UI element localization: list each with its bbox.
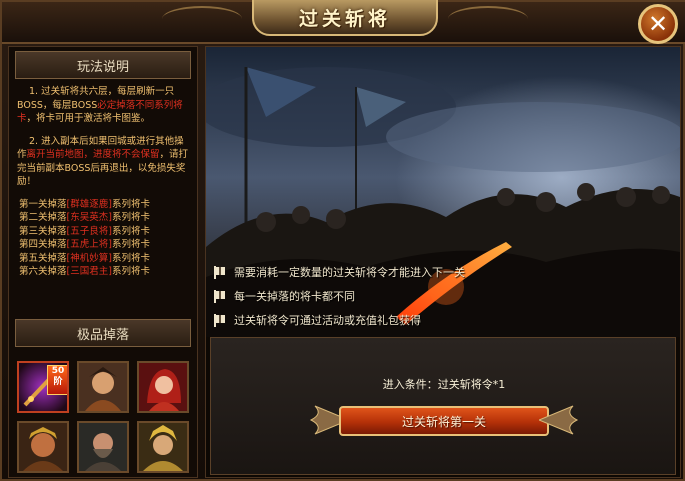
note-text: 需要消耗一定数量的过关斩将令才能进入下一关 bbox=[234, 266, 465, 279]
window-title: 过关斩将 bbox=[298, 7, 391, 30]
drop-stage: 第四关掉落 bbox=[19, 239, 67, 250]
rules-header: 玩法说明 bbox=[15, 51, 191, 79]
rare-drops-header: 极品掉落 bbox=[15, 319, 191, 347]
close-button[interactable]: ✕ bbox=[638, 4, 678, 44]
note-item: 需要消耗一定数量的过关斩将令才能进入下一关 bbox=[214, 260, 465, 284]
entry-condition: 进入条件：过关斩将令*1 bbox=[382, 378, 506, 391]
entry-panel: 进入条件：过关斩将令*1 过关斩将第一关 bbox=[210, 337, 676, 475]
drop-row: 第二关掉落[东吴英杰]系列将卡 bbox=[17, 211, 193, 225]
drop-series: [群雄逐鹿] bbox=[66, 198, 112, 210]
right-panel: 需要消耗一定数量的过关斩将令才能进入下一关 每一关掉落的将卡都不同 过关斩将令可… bbox=[205, 46, 681, 478]
drop-suffix: 系列将卡 bbox=[111, 198, 150, 210]
drop-series: [五子良将] bbox=[66, 225, 112, 237]
general-portrait-icon bbox=[79, 363, 127, 411]
general-card-item[interactable] bbox=[17, 421, 69, 473]
ornament-left bbox=[162, 6, 242, 32]
drop-stage: 第五关掉落 bbox=[19, 252, 67, 264]
game-window: 过关斩将 ✕ 玩法说明 1. 过关斩将共六层，每层刷新一只BOSS，每层BOSS… bbox=[0, 0, 685, 481]
drop-suffix: 系列将卡 bbox=[111, 225, 150, 237]
flag-icon bbox=[214, 289, 225, 303]
drop-row: 第五关掉落[神机妙算]系列将卡 bbox=[17, 252, 193, 266]
drop-row: 第三关掉落[五子良将]系列将卡 bbox=[17, 225, 193, 239]
drop-series: [东吴英杰] bbox=[66, 212, 112, 223]
left-panel: 玩法说明 1. 过关斩将共六层，每层刷新一只BOSS，每层BOSS必定掉落不同系… bbox=[8, 46, 198, 478]
rule-2-highlight: 离开当前地图，进度将不会保留 bbox=[26, 149, 160, 160]
enter-stage-button[interactable]: 过关斩将第一关 bbox=[309, 400, 579, 440]
ornament-right bbox=[448, 6, 528, 32]
title-plate: 过关斩将 bbox=[252, 0, 438, 36]
flag-icon bbox=[214, 313, 225, 327]
heroine-portrait-icon bbox=[139, 363, 187, 411]
flag-icon bbox=[214, 265, 225, 279]
general-card-item[interactable] bbox=[137, 421, 189, 473]
rule-1-tail: ，将卡可用于激活将卡图鉴。 bbox=[26, 113, 151, 124]
drop-suffix: 系列将卡 bbox=[111, 252, 150, 264]
note-item: 过关斩将令可通过活动或充值礼包获得 bbox=[214, 308, 465, 332]
general-card-item[interactable] bbox=[137, 361, 189, 413]
drop-row: 第四关掉落[五虎上将]系列将卡 bbox=[17, 238, 193, 252]
drop-row: 第六关掉落[三国君主]系列将卡 bbox=[17, 265, 193, 279]
drop-series: [三国君主] bbox=[66, 266, 112, 277]
drop-suffix: 系列将卡 bbox=[111, 266, 150, 277]
drop-stage: 第六关掉落 bbox=[19, 266, 67, 277]
enter-stage-label: 过关斩将第一关 bbox=[339, 406, 549, 436]
drop-suffix: 系列将卡 bbox=[111, 239, 150, 250]
elder-general-portrait-icon bbox=[79, 423, 127, 471]
note-item: 每一关掉落的将卡都不同 bbox=[214, 284, 465, 308]
close-icon: ✕ bbox=[647, 10, 669, 38]
notes-list: 需要消耗一定数量的过关斩将令才能进入下一关 每一关掉落的将卡都不同 过关斩将令可… bbox=[214, 260, 465, 332]
rule-2: 2. 进入副本后如果回城或进行其他操作离开当前地图，进度将不会保留，请打完当前副… bbox=[17, 135, 193, 189]
drop-stage: 第三关掉落 bbox=[19, 225, 67, 237]
drop-series: [五虎上将] bbox=[66, 239, 112, 250]
drop-suffix: 系列将卡 bbox=[111, 212, 150, 223]
wing-ornament-right-icon bbox=[539, 405, 579, 435]
weapon-item[interactable]: 50阶 bbox=[17, 361, 69, 413]
note-text: 过关斩将令可通过活动或充值礼包获得 bbox=[234, 314, 421, 327]
general-card-item[interactable] bbox=[77, 421, 129, 473]
armored-general-portrait-icon bbox=[139, 423, 187, 471]
warrior-portrait-icon bbox=[19, 423, 67, 471]
drop-series: [神机妙算] bbox=[66, 252, 112, 264]
drop-list: 第一关掉落[群雄逐鹿]系列将卡 第二关掉落[东吴英杰]系列将卡 第三关掉落[五子… bbox=[17, 198, 193, 279]
rules-text: 1. 过关斩将共六层，每层刷新一只BOSS，每层BOSS必定掉落不同系列将卡，将… bbox=[17, 85, 193, 279]
drop-row: 第一关掉落[群雄逐鹿]系列将卡 bbox=[17, 198, 193, 212]
note-text: 每一关掉落的将卡都不同 bbox=[234, 290, 355, 303]
general-card-item[interactable] bbox=[77, 361, 129, 413]
drop-stage: 第二关掉落 bbox=[19, 212, 67, 223]
level-badge: 50阶 bbox=[47, 365, 67, 395]
drop-stage: 第一关掉落 bbox=[19, 198, 67, 210]
title-bar: 过关斩将 bbox=[2, 0, 685, 44]
rule-1: 1. 过关斩将共六层，每层刷新一只BOSS，每层BOSS必定掉落不同系列将卡，将… bbox=[17, 85, 193, 126]
